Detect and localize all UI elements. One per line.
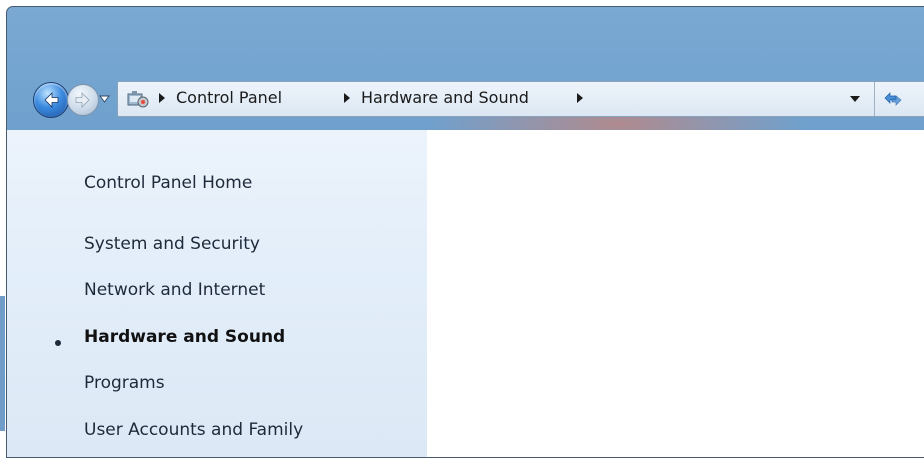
address-dropdown-chevron-down-icon[interactable] <box>850 95 860 103</box>
recent-pages-chevron-down-icon[interactable] <box>99 94 110 104</box>
sidebar-item-network-and-internet[interactable]: Network and Internet <box>84 280 265 300</box>
breadcrumb-separator-icon[interactable] <box>576 93 584 103</box>
address-bar[interactable]: Control Panel Hardware and Sound <box>117 81 924 117</box>
refresh-icon <box>884 92 902 106</box>
sidebar: Control Panel Home System and Security N… <box>7 130 427 457</box>
current-page-bullet <box>55 340 61 346</box>
forward-arrow-icon <box>75 92 90 108</box>
main-content: Control Panel Home System and Security N… <box>7 130 924 457</box>
forward-button[interactable] <box>67 84 99 116</box>
breadcrumb-control-panel[interactable]: Control Panel <box>176 88 282 107</box>
breadcrumb-separator-icon[interactable] <box>158 93 166 103</box>
sidebar-item-hardware-and-sound[interactable]: Hardware and Sound <box>84 327 285 347</box>
refresh-button[interactable] <box>874 82 924 116</box>
sidebar-item-user-accounts[interactable]: User Accounts and Family <box>84 420 303 440</box>
breadcrumb-hardware-and-sound[interactable]: Hardware and Sound <box>361 88 529 107</box>
window-edge-strip <box>0 296 5 431</box>
sidebar-item-control-panel-home[interactable]: Control Panel Home <box>84 173 252 193</box>
back-arrow-icon <box>44 92 59 108</box>
breadcrumb-separator-icon[interactable] <box>343 93 351 103</box>
control-panel-icon <box>127 91 149 108</box>
navigation-bar: Control Panel Hardware and Sound <box>7 67 924 127</box>
sidebar-item-programs[interactable]: Programs <box>84 373 165 393</box>
explorer-window: Control Panel Hardware and Sound Control… <box>6 6 924 458</box>
back-button[interactable] <box>33 82 69 118</box>
sidebar-item-system-and-security[interactable]: System and Security <box>84 234 260 254</box>
